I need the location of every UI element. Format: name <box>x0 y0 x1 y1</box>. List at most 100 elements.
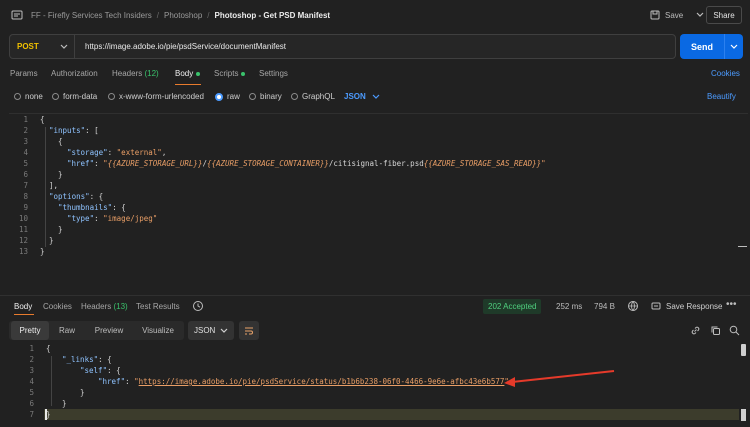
breadcrumb-item[interactable]: FF - Firefly Services Tech Insiders <box>31 11 152 20</box>
response-tab-cookies[interactable]: Cookies <box>43 302 72 311</box>
line-number: 2 <box>29 355 34 364</box>
code-token: "href" <box>67 159 95 168</box>
wrap-lines-button[interactable] <box>239 321 259 340</box>
tab-headers[interactable]: Headers (12) <box>112 69 159 78</box>
code-token: {{AZURE_STORAGE_URL}} <box>107 159 203 168</box>
tab-scripts[interactable]: Scripts <box>214 69 246 78</box>
response-time[interactable]: 252 ms <box>556 302 582 311</box>
code-line: } <box>40 247 546 258</box>
view-pretty[interactable]: Pretty <box>11 321 49 340</box>
view-raw[interactable]: Raw <box>50 321 84 340</box>
save-icon <box>650 10 660 20</box>
share-button[interactable]: Share <box>706 6 742 24</box>
line-number: 4 <box>29 377 34 386</box>
chevron-down-icon <box>60 44 68 49</box>
code-token: " <box>541 159 546 168</box>
line-number: 12 <box>18 236 28 245</box>
line-number: 11 <box>18 225 28 234</box>
line-number: 4 <box>23 148 28 157</box>
chevron-down-icon[interactable] <box>688 10 704 20</box>
language-select[interactable]: JSON <box>344 92 380 101</box>
search-icon[interactable] <box>729 325 740 338</box>
radio-graphql[interactable]: GraphQL <box>291 92 335 101</box>
format-label: JSON <box>194 326 216 335</box>
line-number: 2 <box>23 126 28 135</box>
code-lines: { "inputs": [ { "storage": "external", "… <box>40 115 546 258</box>
code-token: { <box>46 344 51 353</box>
tab-scripts-label: Scripts <box>214 69 239 78</box>
method-select[interactable]: POST <box>9 34 75 59</box>
status-badge[interactable]: 202 Accepted <box>483 299 542 314</box>
globe-icon[interactable] <box>627 300 639 314</box>
response-tab-headers[interactable]: Headers (13) <box>81 302 128 311</box>
code-token: } <box>62 399 67 408</box>
code-line: "options": { <box>40 192 546 203</box>
active-tab-underline <box>14 314 34 315</box>
request-title[interactable]: Photoshop - Get PSD Manifest <box>215 11 331 20</box>
line-number: 5 <box>23 159 28 168</box>
more-options-icon[interactable]: ••• <box>726 299 737 310</box>
view-preview[interactable]: Preview <box>87 321 131 340</box>
radio-urlencoded[interactable]: x-www-form-urlencoded <box>108 92 204 101</box>
radio-form-data[interactable]: form-data <box>52 92 97 101</box>
radio-label: GraphQL <box>302 92 335 101</box>
save-response-button[interactable]: Save Response <box>651 301 722 311</box>
active-tab-underline <box>175 84 201 85</box>
copy-icon[interactable] <box>710 325 721 338</box>
radio-binary[interactable]: binary <box>249 92 282 101</box>
status-url-link[interactable]: https://image.adobe.io/pie/psdService/st… <box>139 377 505 386</box>
code-line: "href": "{{AZURE_STORAGE_URL}}/{{AZURE_S… <box>40 159 546 170</box>
beautify-link[interactable]: Beautify <box>707 92 736 101</box>
response-tab-body[interactable]: Body <box>14 302 32 311</box>
line-number: 1 <box>23 115 28 124</box>
radio-label: raw <box>227 92 240 101</box>
code-line: { <box>40 137 546 148</box>
tab-headers-label: Headers <box>112 69 143 78</box>
code-line: "self": { <box>46 366 509 377</box>
response-code-lines[interactable]: { "_links" : { "self": { "href": "https:/… <box>46 344 509 421</box>
code-token: "external" <box>116 148 162 157</box>
tab-authorization[interactable]: Authorization <box>51 69 98 78</box>
send-options-button[interactable] <box>725 34 743 59</box>
code-token: : [ <box>85 126 99 135</box>
link-icon[interactable] <box>690 325 701 338</box>
tab-params[interactable]: Params <box>10 69 38 78</box>
view-visualize[interactable]: Visualize <box>134 321 182 340</box>
tab-settings[interactable]: Settings <box>259 69 288 78</box>
code-token: : { <box>107 366 121 375</box>
code-line: "href": "https://image.adobe.io/pie/psdS… <box>46 377 509 388</box>
history-icon[interactable] <box>192 300 204 314</box>
pane-resize-handle[interactable] <box>738 246 747 247</box>
chevron-down-icon <box>372 94 380 99</box>
code-token: "image/jpeg" <box>103 214 158 223</box>
response-tab-test-results[interactable]: Test Results <box>136 302 180 311</box>
line-number: 5 <box>29 388 34 397</box>
save-label: Save <box>665 10 684 20</box>
send-button[interactable]: Send <box>680 34 725 59</box>
url-input[interactable]: https://image.adobe.io/pie/psdService/do… <box>85 42 286 51</box>
code-token: "options" <box>49 192 90 201</box>
save-button[interactable]: Save <box>650 8 704 22</box>
code-token: : <box>94 159 104 168</box>
breadcrumb-item[interactable]: Photoshop <box>164 11 202 20</box>
scripts-indicator-dot <box>241 71 246 76</box>
line-number: 13 <box>18 247 28 256</box>
radio-none[interactable]: none <box>14 92 43 101</box>
line-number: 3 <box>23 137 28 146</box>
pane-divider[interactable] <box>0 295 750 296</box>
code-token: : <box>94 214 104 223</box>
code-token: : <box>107 148 117 157</box>
line-number: 1 <box>29 344 34 353</box>
scrollbar-thumb[interactable] <box>741 344 746 356</box>
code-line: } <box>46 388 509 399</box>
format-select[interactable]: JSON <box>188 321 234 340</box>
code-token: "self" <box>80 366 108 375</box>
code-token: "_links" <box>62 355 99 364</box>
response-size[interactable]: 794 B <box>594 302 615 311</box>
tab-body[interactable]: Body <box>175 69 201 78</box>
code-line: } <box>40 225 546 236</box>
scrollbar-thumb[interactable] <box>741 409 746 421</box>
radio-raw[interactable]: raw <box>215 92 240 101</box>
code-token: /citisignal-fiber.psd <box>328 159 424 168</box>
cookies-link[interactable]: Cookies <box>711 69 740 78</box>
